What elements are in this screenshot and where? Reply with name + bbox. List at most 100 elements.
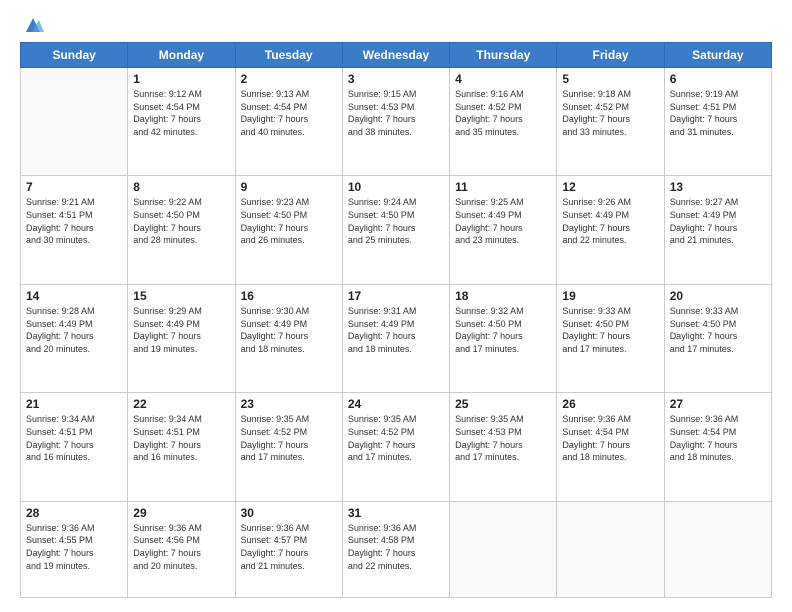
calendar-cell-4-5: 25Sunrise: 9:35 AMSunset: 4:53 PMDayligh…	[450, 393, 557, 501]
day-number: 31	[348, 506, 444, 520]
day-info: Sunrise: 9:33 AMSunset: 4:50 PMDaylight:…	[562, 305, 658, 355]
day-number: 11	[455, 180, 551, 194]
calendar-cell-2-3: 9Sunrise: 9:23 AMSunset: 4:50 PMDaylight…	[235, 176, 342, 284]
day-number: 13	[670, 180, 766, 194]
day-number: 12	[562, 180, 658, 194]
weekday-header-saturday: Saturday	[664, 43, 771, 68]
day-info: Sunrise: 9:29 AMSunset: 4:49 PMDaylight:…	[133, 305, 229, 355]
day-number: 5	[562, 72, 658, 86]
calendar-cell-5-7	[664, 501, 771, 597]
week-row-4: 21 Sunrise: 9:34 AMSunset: 4:51 PMDayligh…	[21, 393, 772, 501]
calendar-cell-3-4: 17Sunrise: 9:31 AMSunset: 4:49 PMDayligh…	[342, 284, 449, 392]
calendar-cell-5-2: 29 Sunrise: 9:36 AMSunset: 4:56 PMDayligh…	[128, 501, 235, 597]
day-number: 4	[455, 72, 551, 86]
calendar-cell-2-5: 11 Sunrise: 9:25 AMSunset: 4:49 PMDayligh…	[450, 176, 557, 284]
day-info: Sunrise: 9:36 AMSunset: 4:56 PMDaylight:…	[133, 522, 229, 572]
day-info: Sunrise: 9:27 AMSunset: 4:49 PMDaylight:…	[670, 196, 766, 246]
calendar-cell-5-1: 28 Sunrise: 9:36 AMSunset: 4:55 PMDayligh…	[21, 501, 128, 597]
week-row-3: 14 Sunrise: 9:28 AMSunset: 4:49 PMDayligh…	[21, 284, 772, 392]
calendar-cell-1-4: 3Sunrise: 9:15 AMSunset: 4:53 PMDaylight…	[342, 68, 449, 176]
day-number: 7	[26, 180, 122, 194]
calendar-cell-1-6: 5 Sunrise: 9:18 AMSunset: 4:52 PMDaylight…	[557, 68, 664, 176]
day-info: Sunrise: 9:36 AMSunset: 4:58 PMDaylight:…	[348, 522, 444, 572]
calendar-cell-5-5	[450, 501, 557, 597]
calendar-cell-1-2: 1 Sunrise: 9:12 AMSunset: 4:54 PMDaylight…	[128, 68, 235, 176]
day-info: Sunrise: 9:31 AMSunset: 4:49 PMDaylight:…	[348, 305, 444, 355]
day-info: Sunrise: 9:28 AMSunset: 4:49 PMDaylight:…	[26, 305, 122, 355]
day-info: Sunrise: 9:36 AMSunset: 4:54 PMDaylight:…	[562, 413, 658, 463]
calendar-cell-2-4: 10Sunrise: 9:24 AMSunset: 4:50 PMDayligh…	[342, 176, 449, 284]
day-number: 21	[26, 397, 122, 411]
calendar-cell-4-4: 24Sunrise: 9:35 AMSunset: 4:52 PMDayligh…	[342, 393, 449, 501]
calendar-cell-2-7: 13 Sunrise: 9:27 AMSunset: 4:49 PMDayligh…	[664, 176, 771, 284]
calendar-cell-2-6: 12 Sunrise: 9:26 AMSunset: 4:49 PMDayligh…	[557, 176, 664, 284]
day-info: Sunrise: 9:36 AMSunset: 4:55 PMDaylight:…	[26, 522, 122, 572]
day-number: 28	[26, 506, 122, 520]
day-info: Sunrise: 9:36 AMSunset: 4:57 PMDaylight:…	[241, 522, 337, 572]
weekday-header-row: SundayMondayTuesdayWednesdayThursdayFrid…	[21, 43, 772, 68]
day-info: Sunrise: 9:16 AMSunset: 4:52 PMDaylight:…	[455, 88, 551, 138]
day-info: Sunrise: 9:19 AMSunset: 4:51 PMDaylight:…	[670, 88, 766, 138]
day-number: 16	[241, 289, 337, 303]
day-number: 18	[455, 289, 551, 303]
day-info: Sunrise: 9:34 AMSunset: 4:51 PMDaylight:…	[133, 413, 229, 463]
day-number: 1	[133, 72, 229, 86]
day-info: Sunrise: 9:35 AMSunset: 4:52 PMDaylight:…	[241, 413, 337, 463]
day-info: Sunrise: 9:12 AMSunset: 4:54 PMDaylight:…	[133, 88, 229, 138]
calendar-cell-5-3: 30 Sunrise: 9:36 AMSunset: 4:57 PMDayligh…	[235, 501, 342, 597]
day-info: Sunrise: 9:30 AMSunset: 4:49 PMDaylight:…	[241, 305, 337, 355]
day-number: 14	[26, 289, 122, 303]
calendar-cell-1-5: 4 Sunrise: 9:16 AMSunset: 4:52 PMDaylight…	[450, 68, 557, 176]
day-info: Sunrise: 9:18 AMSunset: 4:52 PMDaylight:…	[562, 88, 658, 138]
day-number: 30	[241, 506, 337, 520]
day-info: Sunrise: 9:25 AMSunset: 4:49 PMDaylight:…	[455, 196, 551, 246]
day-info: Sunrise: 9:15 AMSunset: 4:53 PMDaylight:…	[348, 88, 444, 138]
calendar-cell-4-6: 26 Sunrise: 9:36 AMSunset: 4:54 PMDayligh…	[557, 393, 664, 501]
weekday-header-tuesday: Tuesday	[235, 43, 342, 68]
calendar-cell-4-2: 22 Sunrise: 9:34 AMSunset: 4:51 PMDayligh…	[128, 393, 235, 501]
calendar-cell-3-3: 16 Sunrise: 9:30 AMSunset: 4:49 PMDayligh…	[235, 284, 342, 392]
calendar-cell-4-3: 23Sunrise: 9:35 AMSunset: 4:52 PMDayligh…	[235, 393, 342, 501]
day-number: 27	[670, 397, 766, 411]
calendar-cell-1-7: 6 Sunrise: 9:19 AMSunset: 4:51 PMDaylight…	[664, 68, 771, 176]
calendar-cell-3-6: 19 Sunrise: 9:33 AMSunset: 4:50 PMDayligh…	[557, 284, 664, 392]
day-info: Sunrise: 9:34 AMSunset: 4:51 PMDaylight:…	[26, 413, 122, 463]
calendar-cell-3-7: 20Sunrise: 9:33 AMSunset: 4:50 PMDayligh…	[664, 284, 771, 392]
day-number: 10	[348, 180, 444, 194]
weekday-header-thursday: Thursday	[450, 43, 557, 68]
day-number: 19	[562, 289, 658, 303]
calendar-cell-3-1: 14 Sunrise: 9:28 AMSunset: 4:49 PMDayligh…	[21, 284, 128, 392]
day-number: 2	[241, 72, 337, 86]
logo-icon	[22, 14, 44, 36]
day-info: Sunrise: 9:22 AMSunset: 4:50 PMDaylight:…	[133, 196, 229, 246]
day-info: Sunrise: 9:23 AMSunset: 4:50 PMDaylight:…	[241, 196, 337, 246]
day-number: 25	[455, 397, 551, 411]
day-info: Sunrise: 9:13 AMSunset: 4:54 PMDaylight:…	[241, 88, 337, 138]
header	[20, 18, 772, 32]
calendar-cell-5-4: 31 Sunrise: 9:36 AMSunset: 4:58 PMDayligh…	[342, 501, 449, 597]
day-info: Sunrise: 9:26 AMSunset: 4:49 PMDaylight:…	[562, 196, 658, 246]
day-number: 6	[670, 72, 766, 86]
logo	[20, 18, 44, 32]
week-row-1: 1 Sunrise: 9:12 AMSunset: 4:54 PMDaylight…	[21, 68, 772, 176]
day-number: 22	[133, 397, 229, 411]
calendar-cell-3-2: 15 Sunrise: 9:29 AMSunset: 4:49 PMDayligh…	[128, 284, 235, 392]
week-row-2: 7 Sunrise: 9:21 AMSunset: 4:51 PMDaylight…	[21, 176, 772, 284]
day-number: 29	[133, 506, 229, 520]
calendar-cell-1-1	[21, 68, 128, 176]
weekday-header-monday: Monday	[128, 43, 235, 68]
day-number: 26	[562, 397, 658, 411]
page: SundayMondayTuesdayWednesdayThursdayFrid…	[0, 0, 792, 612]
day-info: Sunrise: 9:36 AMSunset: 4:54 PMDaylight:…	[670, 413, 766, 463]
day-number: 8	[133, 180, 229, 194]
day-number: 20	[670, 289, 766, 303]
day-info: Sunrise: 9:35 AMSunset: 4:52 PMDaylight:…	[348, 413, 444, 463]
weekday-header-sunday: Sunday	[21, 43, 128, 68]
weekday-header-wednesday: Wednesday	[342, 43, 449, 68]
day-info: Sunrise: 9:21 AMSunset: 4:51 PMDaylight:…	[26, 196, 122, 246]
calendar-cell-5-6	[557, 501, 664, 597]
calendar-cell-2-1: 7 Sunrise: 9:21 AMSunset: 4:51 PMDaylight…	[21, 176, 128, 284]
week-row-5: 28 Sunrise: 9:36 AMSunset: 4:55 PMDayligh…	[21, 501, 772, 597]
weekday-header-friday: Friday	[557, 43, 664, 68]
day-number: 15	[133, 289, 229, 303]
